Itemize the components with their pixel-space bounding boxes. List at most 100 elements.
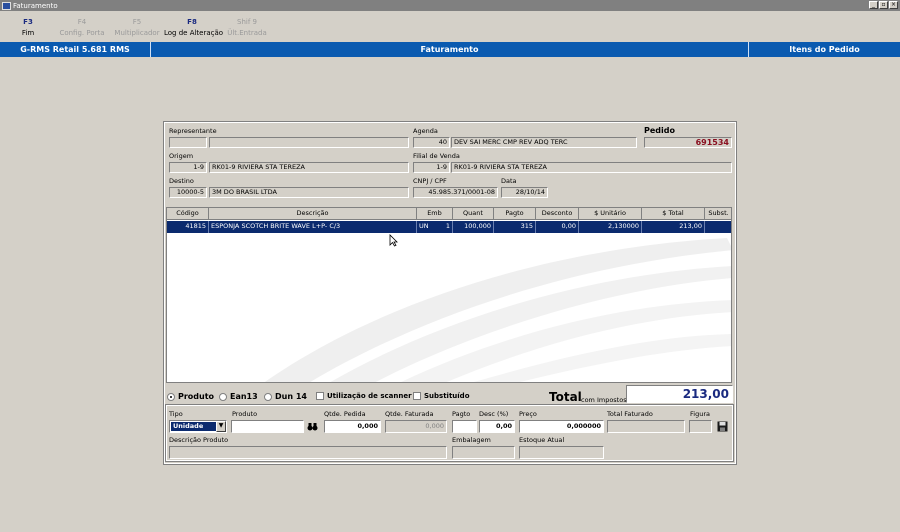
- total-sublabel: com Impostos: [581, 396, 627, 404]
- fkey-label: Log de Alteração: [164, 29, 224, 37]
- representante-code-field[interactable]: [169, 137, 207, 148]
- title-bar: Faturamento _ ▫ ×: [0, 0, 900, 11]
- pagto-label: Pagto: [452, 410, 471, 418]
- col-descricao[interactable]: Descrição: [209, 208, 417, 220]
- pedido-label: Pedido: [644, 126, 675, 135]
- representante-label: Representante: [169, 127, 217, 135]
- radio-dun14[interactable]: Dun 14: [264, 392, 307, 401]
- table-header: Código Descrição Emb Quant Pagto Descont…: [167, 208, 731, 220]
- embalagem-label: Embalagem: [452, 436, 491, 444]
- produto-label: Produto: [232, 410, 258, 418]
- descricao-produto-label: Descrição Produto: [169, 436, 229, 444]
- col-total[interactable]: $ Total: [642, 208, 705, 220]
- cell-total: 213,00: [642, 221, 705, 233]
- fkey-label: Ült.Entrada: [227, 29, 267, 37]
- fkey-key: F8: [187, 18, 197, 26]
- checkbox-box: [316, 392, 324, 400]
- figura-label: Figura: [690, 410, 710, 418]
- origem-code-field[interactable]: 1-9: [169, 162, 207, 173]
- preco-label: Preço: [519, 410, 537, 418]
- estoque-field: [519, 446, 604, 459]
- agenda-desc-field: DEV SAI MERC CMP REV ADQ TERC: [451, 137, 637, 148]
- items-table[interactable]: Código Descrição Emb Quant Pagto Descont…: [166, 207, 732, 383]
- agenda-code-field[interactable]: 40: [413, 137, 450, 148]
- items-title: Itens do Pedido: [789, 45, 860, 54]
- desc-input[interactable]: 0,00: [479, 420, 515, 433]
- destino-name-field: 3M DO BRASIL LTDA: [209, 187, 409, 198]
- table-row[interactable]: 41815 ESPONJA SCOTCH BRITE WAVE L+P- C/3…: [167, 221, 731, 233]
- cell-desconto: 0,00: [536, 221, 579, 233]
- col-emb[interactable]: Emb: [417, 208, 453, 220]
- data-label: Data: [501, 177, 517, 185]
- preco-input[interactable]: 0,000000: [519, 420, 604, 433]
- total-faturado-label: Total Faturado: [607, 410, 653, 418]
- minimize-button[interactable]: _: [869, 1, 878, 9]
- fkey-key: F4: [77, 18, 87, 26]
- app-icon: [2, 1, 11, 10]
- estoque-label: Estoque Atual: [519, 436, 565, 444]
- col-quant[interactable]: Quant: [453, 208, 494, 220]
- pedido-field: 691534: [644, 137, 732, 148]
- col-desconto[interactable]: Desconto: [536, 208, 579, 220]
- tipo-select[interactable]: Unidade ▼: [169, 420, 227, 433]
- fkey-label: Multiplicador: [114, 29, 160, 37]
- pagto-input[interactable]: [452, 420, 477, 433]
- col-subst[interactable]: Subst.: [705, 208, 731, 220]
- radio-dot: [264, 392, 272, 401]
- produto-input[interactable]: [231, 420, 304, 433]
- radio-dot: [219, 392, 227, 401]
- fkey-shif9-ultentrada[interactable]: Shif 9 Ült.Entrada: [226, 16, 268, 38]
- fkey-f5-multiplicador[interactable]: F5 Multiplicador: [114, 16, 160, 38]
- qtde-pedida-input[interactable]: 0,000: [324, 420, 381, 433]
- representante-name-field[interactable]: [209, 137, 409, 148]
- binoculars-search-icon[interactable]: [306, 420, 318, 432]
- embalagem-field: [452, 446, 515, 459]
- checkbox-substituido-label: Substituído: [424, 392, 470, 400]
- checkbox-box: [413, 392, 421, 400]
- cell-emb-qty: 1: [445, 222, 450, 230]
- filial-name-field: RK01-9 RIVIERA STA TEREZA: [451, 162, 732, 173]
- radio-ean13[interactable]: Ean13: [219, 392, 258, 401]
- fkey-f3-fim[interactable]: F3 Fim: [14, 16, 42, 38]
- radio-dun14-label: Dun 14: [275, 392, 307, 401]
- qtde-pedida-label: Qtde. Pedida: [324, 410, 366, 418]
- fkey-key: F3: [23, 18, 33, 26]
- system-name: G-RMS Retail 5.681 RMS: [0, 42, 151, 57]
- qtde-faturada-field: 0,000: [385, 420, 447, 433]
- fkey-f8-log[interactable]: F8 Log de Alteração: [164, 16, 224, 38]
- destino-label: Destino: [169, 177, 194, 185]
- cell-descricao: ESPONJA SCOTCH BRITE WAVE L+P- C/3: [209, 221, 417, 233]
- fkey-f4-config-porta[interactable]: F4 Config. Porta: [58, 16, 106, 38]
- cnpj-label: CNPJ / CPF: [413, 177, 447, 185]
- watermark-graphic: [264, 238, 731, 382]
- checkbox-substituido[interactable]: Substituído: [413, 392, 470, 400]
- restore-button[interactable]: ▫: [879, 1, 888, 9]
- total-label: Total: [549, 390, 582, 404]
- save-disk-icon[interactable]: [716, 420, 728, 432]
- checkbox-scanner-label: Utilização de scanner: [327, 392, 412, 400]
- tipo-select-value: Unidade: [171, 422, 216, 431]
- close-button[interactable]: ×: [889, 1, 898, 9]
- chevron-down-icon[interactable]: ▼: [216, 421, 226, 432]
- cell-pagto: 315: [494, 221, 536, 233]
- checkbox-scanner[interactable]: Utilização de scanner: [316, 392, 412, 400]
- col-pagto[interactable]: Pagto: [494, 208, 536, 220]
- col-codigo[interactable]: Código: [167, 208, 209, 220]
- destino-code-field[interactable]: 10000-5: [169, 187, 207, 198]
- figura-field: [689, 420, 712, 433]
- status-bar: [0, 526, 900, 532]
- total-faturado-field: [607, 420, 685, 433]
- total-value: 213,00: [626, 385, 733, 403]
- filial-label: Filial de Venda: [413, 152, 460, 160]
- fkey-label: Fim: [21, 29, 35, 37]
- fkey-key: F5: [132, 18, 142, 26]
- desc-label: Desc (%): [479, 410, 509, 418]
- cell-emb-unit: UN: [419, 222, 429, 230]
- col-unitario[interactable]: $ Unitário: [579, 208, 642, 220]
- filial-code-field[interactable]: 1-9: [413, 162, 450, 173]
- data-field: 28/10/14: [501, 187, 548, 198]
- origem-name-field: RK01-9 RIVIERA STA TEREZA: [209, 162, 409, 173]
- fkey-label: Config. Porta: [59, 29, 105, 37]
- radio-produto-label: Produto: [178, 392, 215, 401]
- radio-produto[interactable]: Produto: [167, 392, 214, 401]
